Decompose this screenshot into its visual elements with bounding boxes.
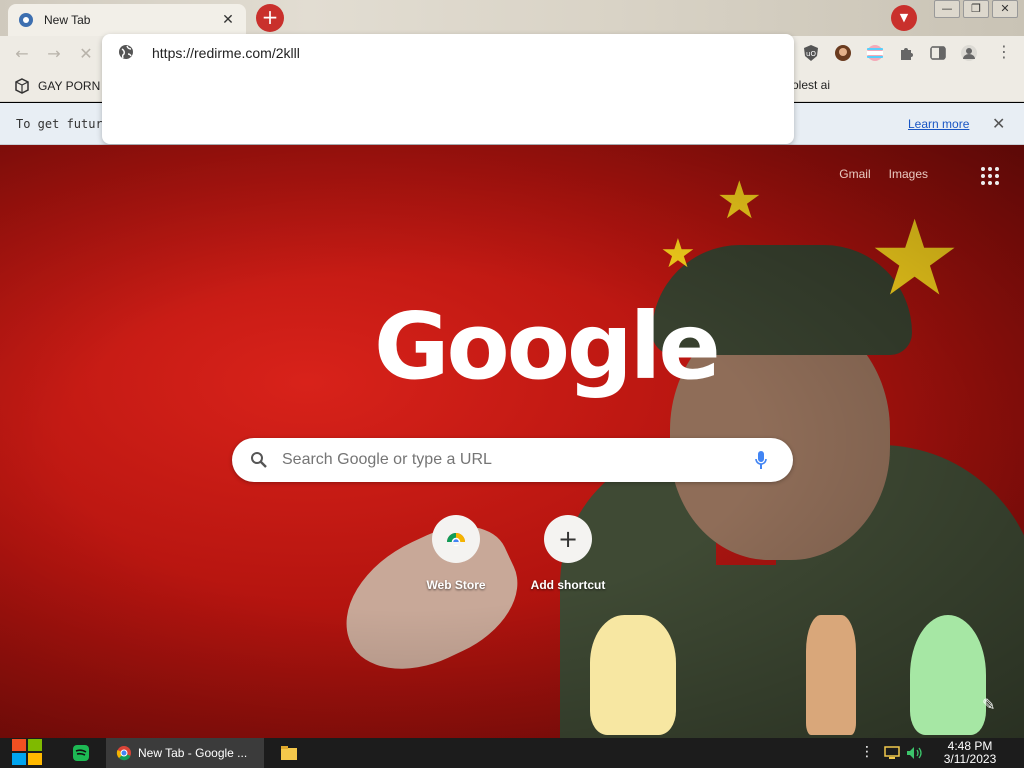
add-icon: + [544,515,592,563]
ntp-search-input[interactable] [282,448,742,472]
tab-title: New Tab [44,13,91,27]
globe-icon [119,45,133,59]
volume-icon[interactable] [906,746,922,760]
gmail-link[interactable]: Gmail [839,167,870,181]
ntp-top-links: Gmail Images [839,167,928,181]
taskbar-chrome-task[interactable]: New Tab - Google ... [106,738,264,768]
shortcut-add[interactable]: + Add shortcut [512,515,624,592]
windows-start-icon[interactable] [10,737,44,768]
microphone-icon[interactable] [754,450,768,470]
cartoon-sticker [806,615,856,735]
back-icon[interactable]: ← [12,44,32,64]
close-window-button[interactable]: ✕ [992,0,1018,18]
cube-icon [15,78,29,94]
web-store-icon [432,515,480,563]
stop-icon[interactable]: ✕ [76,44,96,64]
learn-more-link[interactable]: Learn more [908,117,969,131]
restore-button[interactable]: ❐ [963,0,989,18]
images-link[interactable]: Images [889,167,928,181]
side-panel-icon[interactable] [929,44,947,62]
flag-extension-icon[interactable] [866,44,884,62]
bookmark-item[interactable]: olest ai [792,78,830,92]
customize-pencil-icon[interactable]: ✎ [982,695,1002,715]
svg-text:uO: uO [806,50,816,58]
search-icon [251,452,267,468]
shortcut-web-store[interactable]: Web Store [400,515,512,592]
kebab-menu-icon[interactable]: ⋮ [996,42,1012,61]
taskbar-task-title: New Tab - Google ... [138,746,248,760]
omnibox-dropdown [102,34,794,144]
shortcut-label: Add shortcut [530,578,606,592]
shortcut-label: Web Store [426,578,486,592]
bookmark-label: GAY PORN [38,79,101,93]
chrome-icon [116,746,131,761]
avatar-extension-icon[interactable] [834,44,852,62]
new-tab-page: ★ ★ ★ Gmail Images Google Web Store + Ad… [0,145,1024,738]
tab-search-button[interactable]: ▼ [891,5,917,31]
minimize-button[interactable]: — [934,0,960,18]
taskbar-clock[interactable]: 4:48 PM 3/11/2023 [938,740,1002,766]
network-icon[interactable] [884,746,900,760]
profile-icon[interactable] [960,44,978,62]
new-tab-button[interactable]: + [256,4,284,32]
clock-date: 3/11/2023 [943,752,997,766]
info-bar-close-icon[interactable]: ✕ [992,114,1005,133]
cartoon-sticker [910,615,986,735]
google-logo: Google [374,293,721,400]
ntp-search-box[interactable] [232,438,793,482]
cartoon-sticker [590,615,676,735]
title-bar: New Tab ✕ + ▼ — ❐ ✕ [0,0,1024,36]
spotify-taskbar-icon[interactable] [72,744,90,762]
bookmark-item[interactable]: GAY PORN [14,78,100,94]
apps-grid-icon[interactable] [981,167,999,185]
extensions-puzzle-icon[interactable] [897,44,915,62]
address-bar-input[interactable] [152,42,752,64]
chrome-tab-icon [19,13,33,27]
tray-overflow-icon[interactable]: ⋮ [860,744,874,760]
tab-close-icon[interactable]: ✕ [220,12,236,28]
window-controls: — ❐ ✕ [931,0,1018,18]
forward-icon[interactable]: → [44,44,64,64]
file-explorer-icon[interactable] [281,746,297,760]
tab-new-tab[interactable]: New Tab ✕ [8,4,246,36]
bookmark-label: olest ai [792,78,831,92]
ublock-extension-icon[interactable]: uO [802,44,820,62]
